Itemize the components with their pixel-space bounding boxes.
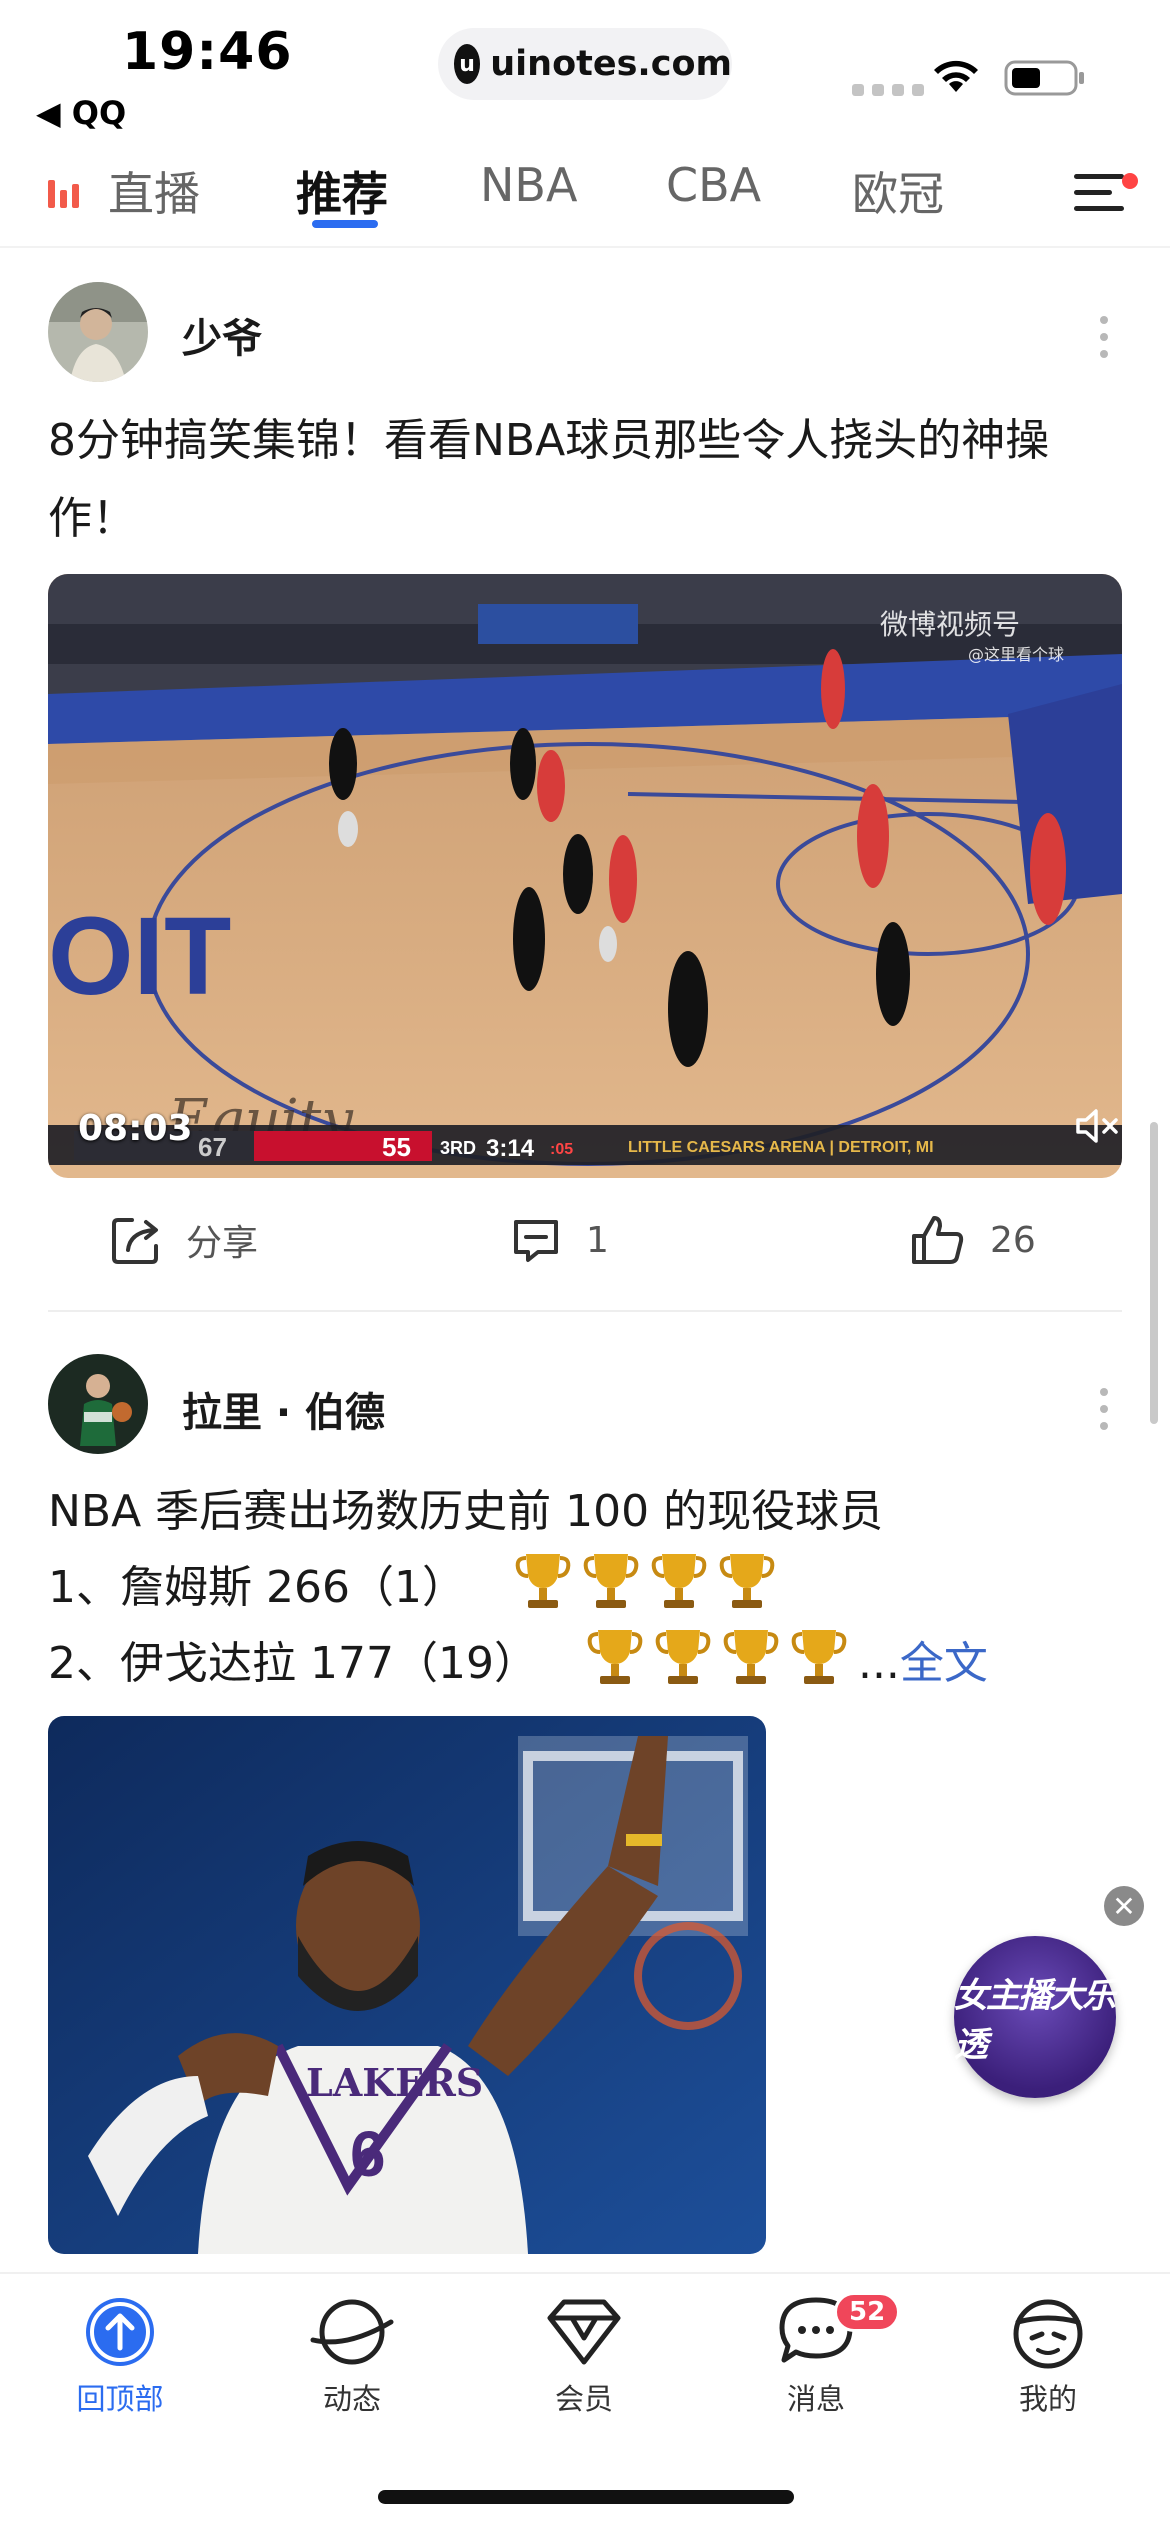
signal-icon [852,84,924,96]
more-options-icon[interactable] [1100,316,1110,367]
notification-dot [1122,173,1138,189]
tab-live[interactable]: 直播 [108,158,200,224]
more-options-icon[interactable] [1100,1388,1110,1439]
close-promo-button[interactable]: ✕ [1104,1886,1144,1926]
read-more-link[interactable]: 全文 [900,1638,988,1689]
svg-text:@这里看个球: @这里看个球 [968,645,1064,664]
svg-text::05: :05 [550,1141,573,1158]
tab-champions-league[interactable]: 欧冠 [852,158,944,224]
trophy-icon [583,1554,639,1608]
svg-text:微博视频号: 微博视频号 [880,608,1020,641]
profile-icon [1013,2299,1083,2369]
trophy-icon [655,1630,711,1684]
status-time: 19:46 [122,22,293,82]
status-bar: 19:46 ◀ QQ u uinotes.com [0,0,1170,140]
svg-text:55: 55 [382,1132,411,1162]
back-to-app-button[interactable]: ◀ QQ [36,94,126,132]
share-icon [112,1218,158,1264]
active-tab-indicator [312,220,378,228]
post-actions: 分享 1 26 [0,1210,1170,1300]
diamond-icon [547,2299,621,2365]
trophy-icon [587,1630,643,1684]
site-logo-icon: u [454,44,481,84]
svg-text:LITTLE CAESARS ARENA | DETROIT: LITTLE CAESARS ARENA | DETROIT, MI [628,1139,934,1156]
nav-back-to-top[interactable]: 回顶部 [40,2294,200,2418]
video-player[interactable]: OIT Equity 67 55 3RD 3:14 :05 LITTLE CAE… [48,574,1122,1178]
post-text-line: 2、伊戈达拉 177（19） ...全文 [48,1626,1128,1702]
svg-text:3RD: 3RD [440,1138,476,1158]
planet-icon [310,2299,394,2365]
promo-badge[interactable]: 女主播大乐透 [954,1936,1116,2098]
thumbs-up-icon [912,1216,964,1264]
url-pill[interactable]: u uinotes.com [438,28,732,100]
nav-label: 我的 [1018,2382,1077,2416]
divider [0,246,1170,248]
battery-icon [1004,60,1084,96]
comment-count: 1 [586,1219,609,1261]
nav-feed[interactable]: 动态 [272,2294,432,2418]
lebron-photo: LAKERS 6 [48,1716,766,2254]
tab-recommend[interactable]: 推荐 [296,158,388,224]
nav-label: 动态 [322,2382,381,2416]
trophy-icon [651,1554,707,1608]
nav-label: 会员 [554,2382,613,2416]
comment-icon [514,1220,558,1262]
post-text-line: 1、詹姆斯 266（1） [48,1550,1128,1626]
scrollbar[interactable] [1150,1122,1158,1424]
video-frame: OIT Equity 67 55 3RD 3:14 :05 LITTLE CAE… [48,574,1122,1178]
like-count: 26 [990,1219,1036,1261]
court-lettering: OIT [48,895,231,1018]
svg-text:67: 67 [198,1132,227,1162]
home-indicator [378,2490,794,2504]
share-button[interactable]: 分享 [110,1214,258,1266]
promo-title: 女主播大乐透 [954,1976,1116,2065]
live-icon [48,180,79,208]
url-text: uinotes.com [490,44,732,84]
back-to-top-icon [86,2298,154,2366]
post-text-line: NBA 季后赛出场数历史前 100 的现役球员 [48,1486,884,1537]
svg-text:6: 6 [350,2118,386,2190]
post-title[interactable]: 8分钟搞笑集锦！看看NBA球员那些令人挠头的神操作！ [48,402,1128,558]
avatar[interactable] [48,282,148,382]
tab-cba[interactable]: CBA [666,158,761,212]
nav-label: 回顶部 [76,2382,164,2416]
author-name[interactable]: 拉里 · 伯德 [182,1380,385,1438]
post-text[interactable]: NBA 季后赛出场数历史前 100 的现役球员 1、詹姆斯 266（1） 2、伊… [48,1474,1128,1702]
share-label: 分享 [186,1223,259,1264]
author-name[interactable]: 少爷 [182,306,262,364]
nav-membership[interactable]: 会员 [504,2294,664,2418]
comment-button[interactable]: 1 [510,1214,609,1266]
trophy-icon [719,1554,775,1608]
wifi-icon [934,60,978,92]
trophy-icon [723,1630,779,1684]
svg-text:LAKERS: LAKERS [306,2060,483,2105]
trophy-icon [515,1554,571,1608]
nav-profile[interactable]: 我的 [968,2294,1128,2418]
unread-badge: 52 [834,2292,901,2332]
divider [48,1310,1122,1312]
trophy-icon [791,1630,847,1684]
mute-icon[interactable] [1074,1106,1122,1146]
post-image[interactable]: LAKERS 6 [48,1716,766,2254]
avatar[interactable] [48,1354,148,1454]
svg-text:3:14: 3:14 [486,1135,535,1162]
like-button[interactable]: 26 [910,1214,1036,1266]
nav-messages[interactable]: 52 消息 [736,2292,901,2418]
nav-label: 消息 [786,2382,845,2416]
video-duration: 08:03 [78,1108,193,1149]
channel-tabs: 直播 推荐 NBA CBA 欧冠 [0,150,1170,246]
menu-icon[interactable] [1074,170,1130,216]
tab-nba[interactable]: NBA [480,158,577,212]
